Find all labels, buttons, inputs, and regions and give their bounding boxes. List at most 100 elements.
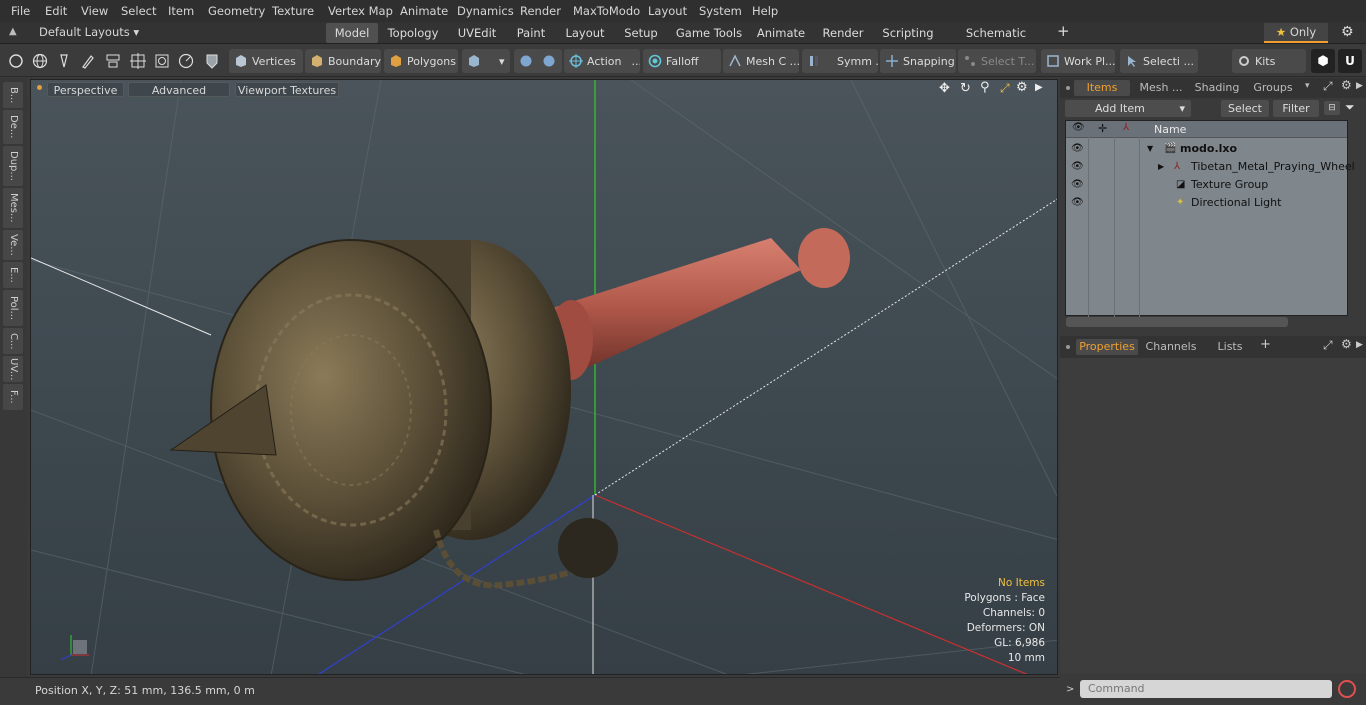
horizontal-scrollbar[interactable] — [1066, 317, 1288, 327]
unity-button[interactable]: ⬢ — [1311, 49, 1335, 73]
menu-view[interactable]: View — [81, 4, 108, 18]
menu-vertex-map[interactable]: Vertex Map — [328, 4, 393, 18]
left-tab-basic[interactable]: B... — [3, 82, 23, 108]
add-panel-tab-icon[interactable]: + — [1260, 337, 1271, 352]
filter-funnel-icon[interactable]: ⏷ — [1345, 100, 1355, 115]
tab-paint[interactable]: Paint — [510, 23, 552, 43]
properties-gear-icon[interactable]: ⚙ — [1341, 337, 1352, 351]
maximize-view-icon[interactable]: ⤢ — [1000, 81, 1010, 96]
left-tab-vertex[interactable]: Ve... — [3, 230, 23, 260]
eye-icon[interactable]: 👁 — [1071, 194, 1084, 212]
tab-scripting[interactable]: Scripting — [878, 23, 938, 43]
viewport-scene[interactable] — [31, 80, 1058, 675]
viewport-textures-button[interactable]: Viewport Textures — [235, 82, 339, 97]
default-layouts-dropdown[interactable]: Default Layouts ▾ — [39, 25, 139, 39]
collapse-icon[interactable]: ⊟ — [1324, 101, 1340, 115]
prayer-wheel-handle[interactable] — [546, 228, 850, 380]
only-button[interactable]: ★ Only — [1264, 23, 1328, 43]
tab-uvedit[interactable]: UVEdit — [450, 23, 504, 43]
left-tab-deform[interactable]: De... — [3, 110, 23, 144]
work-plane-button[interactable]: Work Pl... — [1041, 49, 1115, 73]
add-item-button[interactable]: Add Item ▾ — [1065, 100, 1191, 117]
tab-layout[interactable]: Layout — [558, 23, 612, 43]
record-icon[interactable] — [1338, 680, 1356, 698]
move-view-icon[interactable]: ✥ — [939, 81, 950, 96]
tab-render[interactable]: Render — [818, 23, 868, 43]
align-icon[interactable] — [104, 52, 122, 70]
tab-game-tools[interactable]: Game Tools — [674, 23, 744, 43]
menu-item[interactable]: Item — [168, 4, 194, 18]
left-tab-fusion[interactable]: F... — [3, 384, 23, 410]
rotate-view-icon[interactable]: ↻ — [960, 81, 971, 96]
snapping-button[interactable]: Snapping — [880, 49, 956, 73]
expand-arrow-icon[interactable]: ▶ — [1158, 158, 1164, 176]
selection-button[interactable]: Selecti ... — [1120, 49, 1198, 73]
left-tab-duplicate[interactable]: Dup... — [3, 146, 23, 186]
select-circle-icon[interactable] — [7, 52, 25, 70]
menu-dynamics[interactable]: Dynamics — [457, 4, 514, 18]
menu-layout[interactable]: Layout — [648, 4, 687, 18]
eye-icon[interactable]: 👁 — [1071, 140, 1084, 158]
shield-icon[interactable] — [203, 52, 221, 70]
menu-animate[interactable]: Animate — [400, 4, 448, 18]
list-item-modo-lxo[interactable]: 👁 ▼ 🎬 modo.lxo — [1066, 140, 1349, 158]
properties-expand-icon[interactable]: ⤢ — [1323, 338, 1333, 353]
filter-button[interactable]: Filter — [1273, 100, 1319, 117]
layout-arrow-icon[interactable]: ▲ — [9, 26, 17, 37]
list-item-texture-group[interactable]: 👁 ◪ Texture Group — [1066, 176, 1349, 194]
menu-geometry[interactable]: Geometry — [208, 4, 265, 18]
tab-shading[interactable]: Shading — [1192, 80, 1242, 96]
select-through-button[interactable]: Select T... — [958, 49, 1036, 73]
kits-button[interactable]: Kits — [1232, 49, 1306, 73]
menu-render[interactable]: Render — [520, 4, 561, 18]
brush-icon[interactable] — [79, 52, 97, 70]
tab-channels[interactable]: Channels — [1144, 339, 1198, 355]
viewport-menu-arrow-icon[interactable]: ▶ — [1035, 82, 1043, 93]
eye-icon[interactable]: 👁 — [1071, 158, 1084, 176]
item-mode-button[interactable]: ▾ — [462, 49, 510, 73]
menu-maxtomodo[interactable]: MaxToModo — [573, 4, 640, 18]
clock-icon[interactable] — [177, 52, 195, 70]
left-tab-curve[interactable]: C... — [3, 328, 23, 354]
boundary-button[interactable]: Boundary — [305, 49, 381, 73]
menu-texture[interactable]: Texture — [272, 4, 314, 18]
target-icon[interactable] — [153, 52, 171, 70]
symmetry-button[interactable]: Symm ... — [802, 49, 878, 73]
panel-gear-icon[interactable]: ⚙ — [1341, 78, 1352, 92]
settings-gear-icon[interactable]: ⚙ — [1341, 24, 1354, 40]
symmetry-shield-button[interactable] — [514, 49, 562, 73]
viewport-settings-icon[interactable]: ⚙ — [1016, 80, 1028, 95]
tab-model[interactable]: Model — [326, 23, 378, 43]
polygons-button[interactable]: Polygons — [384, 49, 458, 73]
list-item-directional-light[interactable]: 👁 ✦ Directional Light — [1066, 194, 1349, 212]
pen-icon[interactable] — [55, 52, 73, 70]
menu-file[interactable]: File — [11, 4, 30, 18]
left-tab-uv[interactable]: UV... — [3, 356, 23, 382]
left-tab-edge[interactable]: E... — [3, 262, 23, 288]
panel-dropdown-icon[interactable]: ▾ — [1305, 81, 1310, 91]
menu-help[interactable]: Help — [752, 4, 778, 18]
list-item-praying-wheel[interactable]: 👁 ▶ ⅄ Tibetan_Metal_Praying_Wheel — [1066, 158, 1355, 176]
eye-icon[interactable]: 👁 — [1071, 176, 1084, 194]
add-tab-icon[interactable]: + — [1057, 22, 1070, 40]
menu-select[interactable]: Select — [121, 4, 156, 18]
3d-viewport[interactable]: Perspective Advanced Viewport Textures ✥… — [30, 79, 1058, 675]
tab-schematic-fusion[interactable]: Schematic Fusion — [946, 23, 1046, 60]
globe-icon[interactable] — [31, 52, 49, 70]
advanced-button[interactable]: Advanced — [128, 82, 230, 97]
perspective-button[interactable]: Perspective — [47, 82, 124, 97]
tab-properties[interactable]: Properties — [1076, 339, 1138, 355]
panel-expand-icon[interactable]: ⤢ — [1323, 79, 1333, 94]
tab-mesh[interactable]: Mesh ... — [1134, 80, 1188, 96]
vertices-button[interactable]: Vertices — [229, 49, 303, 73]
action-button[interactable]: Action... — [564, 49, 640, 73]
prayer-wheel-drum[interactable] — [169, 239, 571, 581]
tab-animate[interactable]: Animate — [752, 23, 810, 43]
tab-topology[interactable]: Topology — [384, 23, 442, 43]
tab-groups[interactable]: Groups — [1248, 80, 1298, 96]
tab-lists[interactable]: Lists — [1210, 339, 1250, 355]
menu-edit[interactable]: Edit — [45, 4, 67, 18]
menu-system[interactable]: System — [699, 4, 742, 18]
left-tab-mesh[interactable]: Mes... — [3, 188, 23, 228]
center-icon[interactable] — [129, 52, 147, 70]
